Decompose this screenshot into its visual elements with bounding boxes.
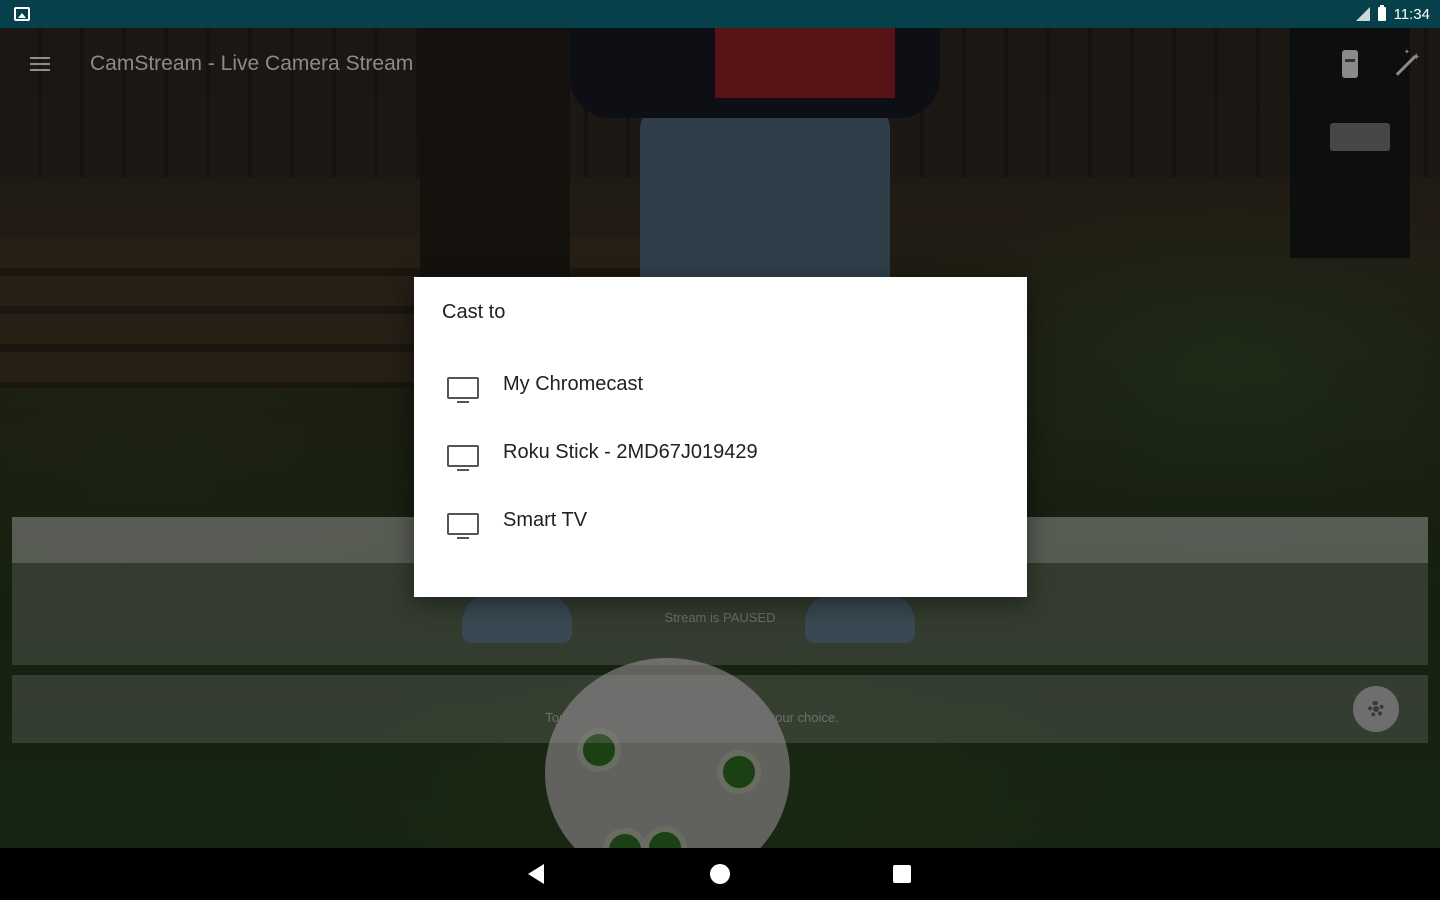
device-label: Roku Stick - 2MD67J019429 bbox=[503, 441, 758, 463]
app-title: CamStream - Live Camera Stream bbox=[90, 52, 414, 75]
magic-wand-button[interactable]: ✦ ✦ bbox=[1384, 46, 1424, 86]
stream-status-text: Stream is PAUSED bbox=[664, 610, 776, 625]
navigation-bar bbox=[0, 848, 1440, 900]
device-button[interactable] bbox=[1330, 46, 1370, 86]
settings-button[interactable] bbox=[1353, 686, 1399, 732]
device-label: My Chromecast bbox=[503, 373, 644, 395]
back-button[interactable] bbox=[528, 864, 544, 884]
app-bar: CamStream - Live Camera Stream ✦ ✦ bbox=[0, 28, 1440, 100]
menu-button[interactable] bbox=[18, 42, 62, 86]
dialog-title: Cast to bbox=[442, 301, 506, 323]
signal-icon bbox=[1355, 7, 1370, 21]
home-button[interactable] bbox=[710, 864, 730, 884]
recents-button[interactable] bbox=[893, 865, 911, 883]
menu-icon bbox=[30, 57, 50, 59]
device-item-roku[interactable]: Roku Stick - 2MD67J019429 bbox=[414, 423, 1027, 489]
status-bar: 11:34 bbox=[0, 0, 1440, 28]
connection-status: Not connected. bbox=[648, 692, 736, 707]
gear-icon bbox=[1368, 701, 1384, 717]
phone-icon bbox=[1342, 50, 1358, 78]
photo-notification-icon bbox=[14, 7, 30, 21]
cast-dialog: Cast to My Chromecast Roku Stick - 2MD67… bbox=[414, 277, 1027, 597]
status-time: 11:34 bbox=[1393, 5, 1430, 23]
device-label: Smart TV bbox=[503, 509, 588, 531]
connection-hint: Touch here to connect to the device of y… bbox=[545, 710, 839, 725]
tv-icon bbox=[447, 513, 479, 539]
battery-icon bbox=[1377, 5, 1386, 21]
connect-panel[interactable]: Not connected. Touch here to connect to … bbox=[12, 675, 1428, 743]
device-item-smart-tv[interactable]: Smart TV bbox=[414, 491, 1027, 557]
device-item-chromecast[interactable]: My Chromecast bbox=[414, 355, 1027, 421]
tv-icon bbox=[447, 445, 479, 471]
tv-icon bbox=[447, 377, 479, 403]
